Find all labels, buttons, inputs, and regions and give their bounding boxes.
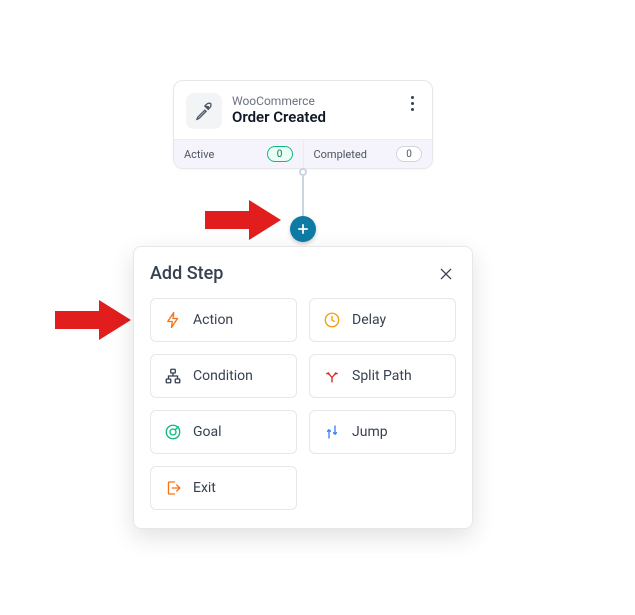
option-label: Jump: [352, 424, 388, 440]
trigger-title: Order Created: [232, 108, 326, 128]
option-jump[interactable]: Jump: [309, 410, 456, 454]
trigger-card[interactable]: WooCommerce Order Created Active 0 Compl…: [173, 80, 433, 169]
option-exit[interactable]: Exit: [150, 466, 297, 510]
add-step-button[interactable]: [290, 216, 316, 242]
option-split-path[interactable]: Split Path: [309, 354, 456, 398]
exit-icon: [163, 478, 183, 498]
add-step-panel: Add Step Action Delay: [133, 246, 473, 529]
stat-active-count: 0: [267, 146, 293, 162]
connector-dot: [299, 168, 307, 176]
trigger-header: WooCommerce Order Created: [174, 81, 432, 139]
option-goal[interactable]: Goal: [150, 410, 297, 454]
option-label: Exit: [193, 480, 216, 496]
sitemap-icon: [163, 366, 183, 386]
option-label: Delay: [352, 312, 386, 328]
options-grid: Action Delay Condition: [150, 298, 456, 510]
trigger-texts: WooCommerce Order Created: [232, 94, 326, 128]
option-action[interactable]: Action: [150, 298, 297, 342]
jump-icon: [322, 422, 342, 442]
stat-completed-label: Completed: [314, 148, 367, 161]
stat-completed-count: 0: [396, 146, 422, 162]
panel-header: Add Step: [150, 263, 456, 284]
option-label: Split Path: [352, 368, 412, 384]
trigger-stats: Active 0 Completed 0: [174, 139, 432, 168]
option-label: Action: [193, 312, 233, 328]
target-icon: [163, 422, 183, 442]
clock-icon: [322, 310, 342, 330]
option-label: Goal: [193, 424, 222, 440]
stat-active-label: Active: [184, 148, 214, 161]
option-condition[interactable]: Condition: [150, 354, 297, 398]
panel-title: Add Step: [150, 263, 223, 284]
stat-active[interactable]: Active 0: [174, 140, 303, 168]
option-label: Condition: [193, 368, 253, 384]
trigger-source: WooCommerce: [232, 94, 326, 108]
close-icon[interactable]: [436, 264, 456, 284]
lightning-icon: [163, 310, 183, 330]
kebab-menu-icon[interactable]: [402, 93, 422, 113]
rocket-icon: [186, 93, 222, 129]
option-delay[interactable]: Delay: [309, 298, 456, 342]
stat-completed[interactable]: Completed 0: [303, 140, 433, 168]
split-icon: [322, 366, 342, 386]
connector-line: [302, 176, 304, 218]
